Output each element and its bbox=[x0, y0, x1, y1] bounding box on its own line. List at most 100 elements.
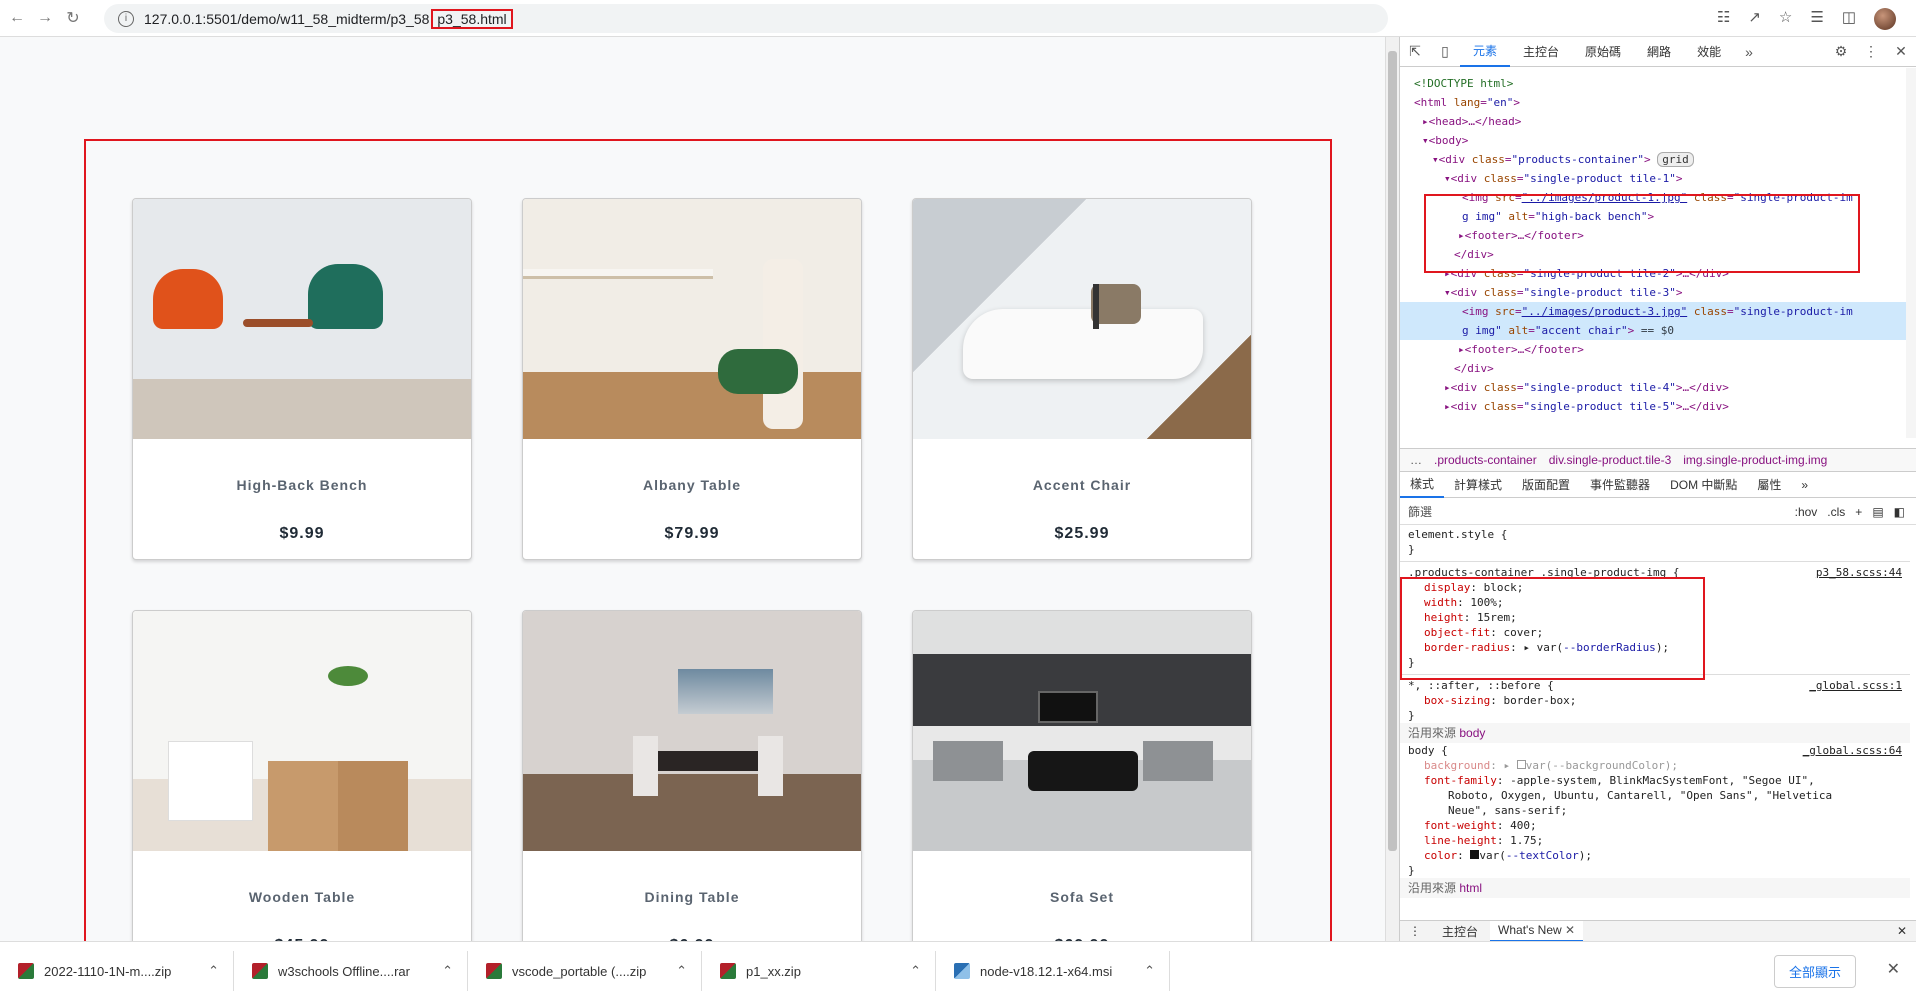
close-icon[interactable]: ✕ bbox=[1565, 923, 1575, 937]
dom-line[interactable]: ▾<div class="single-product tile-1"> bbox=[1400, 169, 1916, 188]
dom-line-selected[interactable]: g img" alt="accent chair"> == $0 bbox=[1400, 321, 1916, 340]
close-icon[interactable]: ✕ bbox=[1886, 43, 1916, 60]
tab-computed[interactable]: 計算樣式 bbox=[1444, 476, 1512, 493]
hov-toggle[interactable]: :hov bbox=[1795, 505, 1818, 519]
dom-line[interactable]: ▸<footer>…</footer> bbox=[1400, 340, 1916, 359]
chevron-up-icon[interactable]: ⌃ bbox=[442, 963, 453, 979]
installer-file-icon bbox=[954, 963, 970, 979]
address-bar[interactable]: i 127.0.0.1:5501/demo/w11_58_midterm/p3_… bbox=[104, 4, 1388, 33]
styles-filter[interactable]: 篩選 :hov .cls + ▤ ◧ bbox=[1400, 499, 1916, 525]
dom-line[interactable]: </div> bbox=[1400, 359, 1916, 378]
product-card[interactable]: Dining Table $6.99 bbox=[522, 610, 862, 972]
kebab-menu-icon[interactable]: ⋮ bbox=[1856, 43, 1886, 60]
dom-line-selected[interactable]: <img src="../images/product-3.jpg" class… bbox=[1400, 302, 1916, 321]
avatar[interactable] bbox=[1874, 8, 1896, 30]
cls-toggle[interactable]: .cls bbox=[1827, 505, 1845, 519]
product-price: $9.99 bbox=[279, 525, 325, 542]
source-link[interactable]: _global.scss:1 bbox=[1809, 678, 1902, 693]
chevron-up-icon[interactable]: ⌃ bbox=[676, 963, 687, 979]
side-panel-icon[interactable]: ◫ bbox=[1842, 8, 1856, 30]
dom-line[interactable]: <html lang="en"> bbox=[1400, 93, 1916, 112]
styles-tabbar: 樣式 計算樣式 版面配置 事件監聽器 DOM 中斷點 屬性 » bbox=[1400, 472, 1916, 498]
css-declaration[interactable]: color: var(--textColor); bbox=[1408, 848, 1910, 863]
css-declaration[interactable]: background: ▸ var(--backgroundColor); bbox=[1408, 758, 1910, 773]
more-tabs-icon[interactable]: » bbox=[1791, 478, 1818, 492]
dom-scrollbar[interactable] bbox=[1906, 68, 1916, 438]
dom-line[interactable]: ▸<div class="single-product tile-4">…</d… bbox=[1400, 378, 1916, 397]
add-rule-icon[interactable]: + bbox=[1855, 505, 1862, 519]
info-icon[interactable]: i bbox=[118, 10, 134, 27]
tab-event-listeners[interactable]: 事件監聽器 bbox=[1580, 476, 1660, 493]
chevron-up-icon[interactable]: ⌃ bbox=[1144, 963, 1155, 979]
chevron-up-icon[interactable]: ⌃ bbox=[910, 963, 921, 979]
download-item[interactable]: 2022-1110-1N-m....zip ⌃ bbox=[0, 951, 234, 991]
tab-console[interactable]: 主控台 bbox=[1510, 37, 1572, 67]
breadcrumb-ellipsis[interactable]: … bbox=[1410, 453, 1422, 467]
dom-line[interactable]: ▸<div class="single-product tile-5">…</d… bbox=[1400, 397, 1916, 416]
show-all-button[interactable]: 全部顯示 bbox=[1773, 955, 1856, 988]
breadcrumb-item[interactable]: .products-container bbox=[1434, 453, 1537, 467]
css-declaration[interactable]: box-sizing: border-box; bbox=[1408, 693, 1910, 708]
scrollbar-thumb[interactable] bbox=[1388, 51, 1397, 851]
archive-file-icon bbox=[18, 963, 34, 979]
bookmark-star-icon[interactable]: ☆ bbox=[1779, 8, 1792, 30]
source-link[interactable]: p3_58.scss:44 bbox=[1816, 565, 1902, 580]
breadcrumb-item[interactable]: img.single-product-img.img bbox=[1683, 453, 1827, 467]
tab-sources[interactable]: 原始碼 bbox=[1572, 37, 1634, 67]
product-card[interactable]: Wooden Table $45.99 bbox=[132, 610, 472, 972]
dom-line[interactable]: ▾<div class="products-container"> grid bbox=[1400, 150, 1916, 169]
css-rule: } bbox=[1408, 543, 1415, 556]
dom-line[interactable]: ▾<body> bbox=[1400, 131, 1916, 150]
more-tabs-icon[interactable]: » bbox=[1734, 44, 1764, 60]
dom-line[interactable]: ▾<div class="single-product tile-3"> bbox=[1400, 283, 1916, 302]
tab-styles[interactable]: 樣式 bbox=[1400, 472, 1445, 498]
tab-performance[interactable]: 效能 bbox=[1684, 37, 1734, 67]
dom-line[interactable]: <!DOCTYPE html> bbox=[1400, 74, 1916, 93]
tab-dom-breakpoints[interactable]: DOM 中斷點 bbox=[1660, 476, 1747, 493]
dom-line[interactable]: ▸<head>…</head> bbox=[1400, 112, 1916, 131]
css-declaration[interactable]: font-weight: 400; bbox=[1408, 818, 1910, 833]
source-link[interactable]: _global.scss:64 bbox=[1803, 743, 1902, 758]
share-icon[interactable]: ↗ bbox=[1748, 8, 1761, 30]
download-item[interactable]: node-v18.12.1-x64.msi ⌃ bbox=[936, 951, 1170, 991]
chevron-up-icon[interactable]: ⌃ bbox=[208, 963, 219, 979]
arrow-left-icon[interactable]: ← bbox=[6, 7, 28, 29]
gear-icon[interactable]: ⚙ bbox=[1826, 43, 1856, 60]
product-card[interactable]: Albany Table $79.99 bbox=[522, 198, 862, 560]
close-icon[interactable]: ✕ bbox=[1897, 924, 1907, 938]
product-card[interactable]: High-Back Bench $9.99 bbox=[132, 198, 472, 560]
drawer-tab-console[interactable]: 主控台 bbox=[1430, 923, 1490, 940]
reload-icon[interactable]: ↻ bbox=[62, 7, 84, 29]
download-item[interactable]: p1_xx.zip ⌃ bbox=[702, 951, 936, 991]
download-item[interactable]: w3schools Offline....rar ⌃ bbox=[234, 951, 468, 991]
dom-tree[interactable]: <!DOCTYPE html> <html lang="en"> ▸<head>… bbox=[1400, 68, 1916, 434]
product-card[interactable]: Accent Chair $25.99 bbox=[912, 198, 1252, 560]
download-item[interactable]: vscode_portable (....zip ⌃ bbox=[468, 951, 702, 991]
archive-file-icon bbox=[486, 963, 502, 979]
media-icon[interactable]: ☰ bbox=[1810, 8, 1823, 30]
arrow-right-icon[interactable]: → bbox=[34, 7, 56, 29]
tab-layout[interactable]: 版面配置 bbox=[1512, 476, 1580, 493]
filter-input[interactable]: 篩選 bbox=[1408, 503, 1432, 520]
sidebar-toggle-icon[interactable]: ◧ bbox=[1894, 505, 1905, 519]
css-declaration[interactable]: font-family: -apple-system, BlinkMacSyst… bbox=[1408, 773, 1910, 788]
tab-elements[interactable]: 元素 bbox=[1460, 37, 1511, 67]
inherited-label: 沿用來源 html bbox=[1400, 878, 1910, 898]
drawer-tab-whatsnew[interactable]: What's New ✕ bbox=[1490, 920, 1584, 942]
inspect-icon[interactable]: ⇱ bbox=[1400, 43, 1430, 60]
breadcrumb-item[interactable]: div.single-product.tile-3 bbox=[1549, 453, 1672, 467]
product-card[interactable]: Sofa Set $69.99 bbox=[912, 610, 1252, 972]
page-scrollbar[interactable] bbox=[1385, 37, 1399, 941]
translate-icon[interactable]: ☷ bbox=[1717, 8, 1730, 30]
devtools-drawer: ⋮ 主控台 What's New ✕ ✕ bbox=[1400, 920, 1916, 942]
tab-network[interactable]: 網路 bbox=[1634, 37, 1684, 67]
device-toggle-icon[interactable]: ▯ bbox=[1430, 43, 1460, 60]
tab-properties[interactable]: 屬性 bbox=[1747, 476, 1791, 493]
css-declaration[interactable]: line-height: 1.75; bbox=[1408, 833, 1910, 848]
product-image bbox=[913, 611, 1251, 851]
archive-file-icon bbox=[720, 963, 736, 979]
paint-icon[interactable]: ▤ bbox=[1872, 505, 1883, 519]
close-icon[interactable]: ✕ bbox=[1887, 959, 1900, 979]
css-rule: } bbox=[1408, 709, 1415, 722]
kebab-menu-icon[interactable]: ⋮ bbox=[1400, 924, 1430, 938]
